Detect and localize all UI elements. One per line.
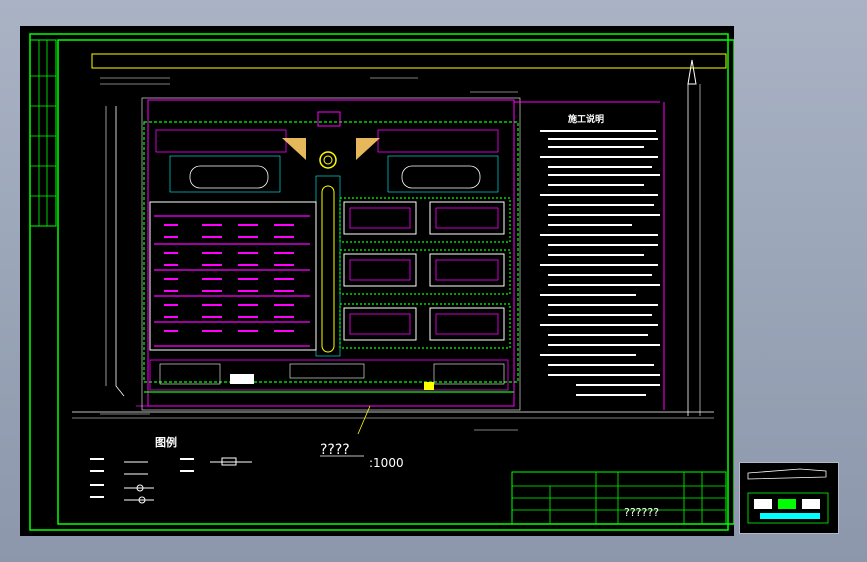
notes-title: 施工说明: [568, 115, 605, 125]
north-arrow-icon: [687, 59, 697, 85]
layout-thumbnail[interactable]: [739, 462, 839, 534]
inner-border: [57, 39, 734, 525]
thumbnail-preview: [747, 468, 829, 524]
scale-ratio: :1000: [369, 456, 404, 470]
drawing-sheet[interactable]: 图例 ???? :1000 施工说明 ??????: [20, 26, 734, 536]
legend-title: 图例: [155, 436, 177, 449]
top-road: [91, 53, 727, 69]
titleblock-name: ??????: [624, 506, 660, 519]
scale-label: ????: [320, 442, 350, 458]
binding-strip: [29, 39, 57, 227]
